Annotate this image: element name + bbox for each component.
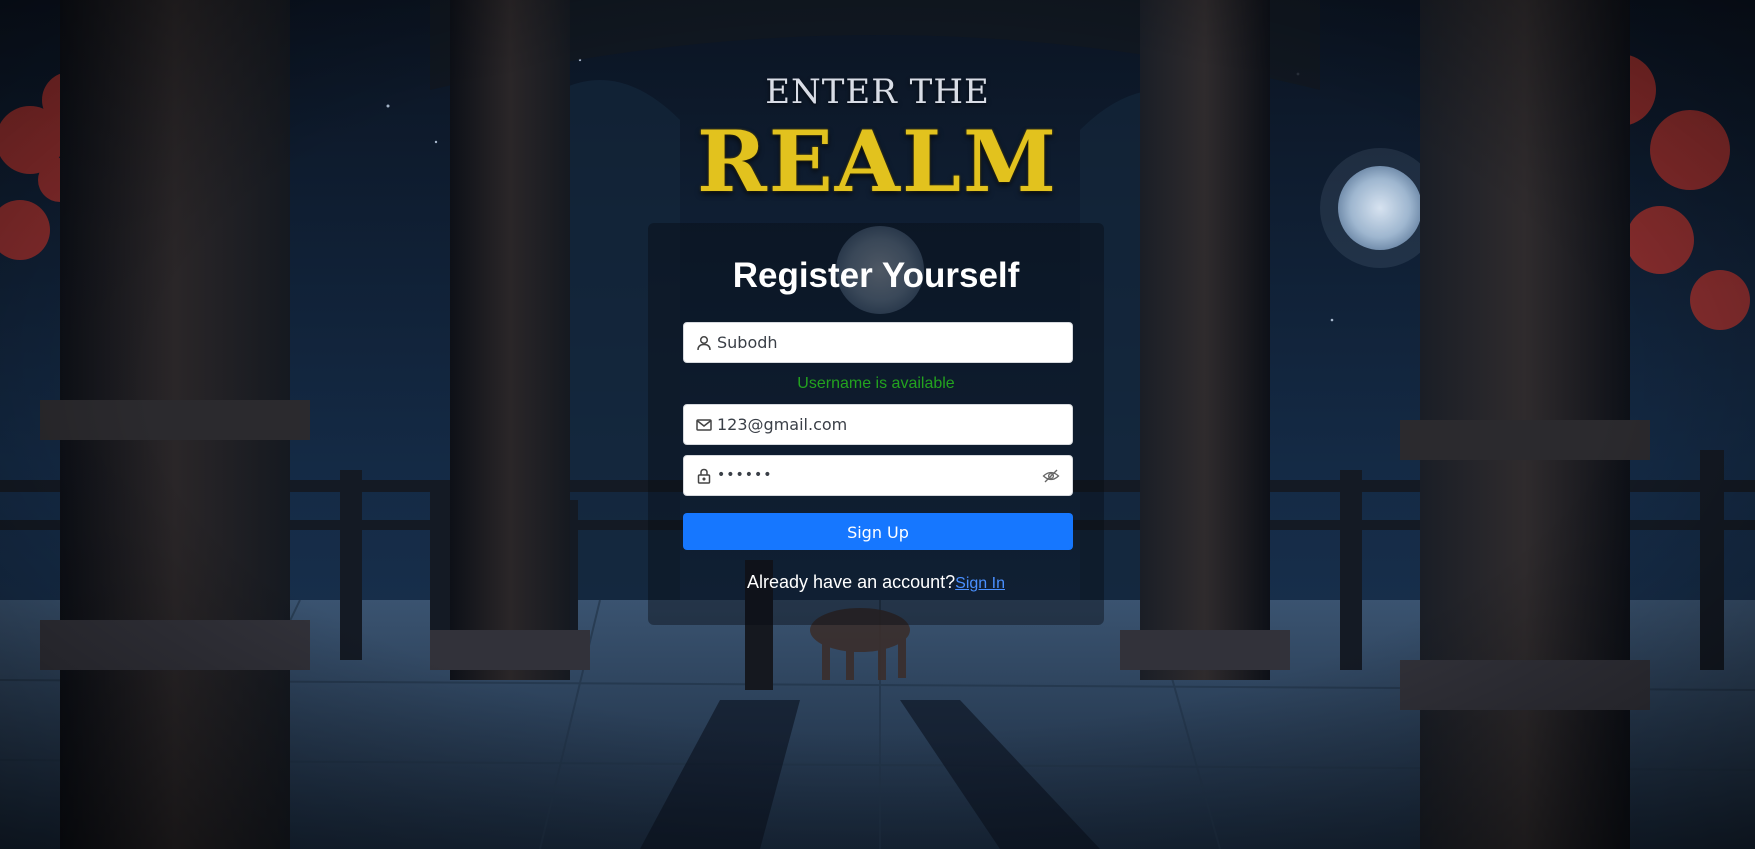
email-value[interactable]: 123@gmail.com	[717, 405, 847, 444]
password-field[interactable]: ••••••	[683, 455, 1073, 496]
signin-prompt: Already have an account?Sign In	[648, 571, 1104, 595]
username-field[interactable]: Subodh	[683, 322, 1073, 363]
page-title: Register Yourself	[732, 256, 1020, 295]
eye-off-icon[interactable]	[1042, 467, 1060, 485]
sign-up-button[interactable]: Sign Up	[683, 513, 1073, 550]
mail-icon	[695, 416, 713, 434]
username-status: Username is available	[797, 375, 955, 392]
password-value[interactable]: ••••••	[717, 456, 773, 495]
sign-in-link[interactable]: Sign In	[955, 575, 1005, 592]
user-icon	[695, 334, 713, 352]
already-have-account-text: Already have an account?	[747, 572, 956, 592]
lock-icon	[695, 467, 713, 485]
email-field[interactable]: 123@gmail.com	[683, 404, 1073, 445]
username-value[interactable]: Subodh	[717, 323, 778, 362]
